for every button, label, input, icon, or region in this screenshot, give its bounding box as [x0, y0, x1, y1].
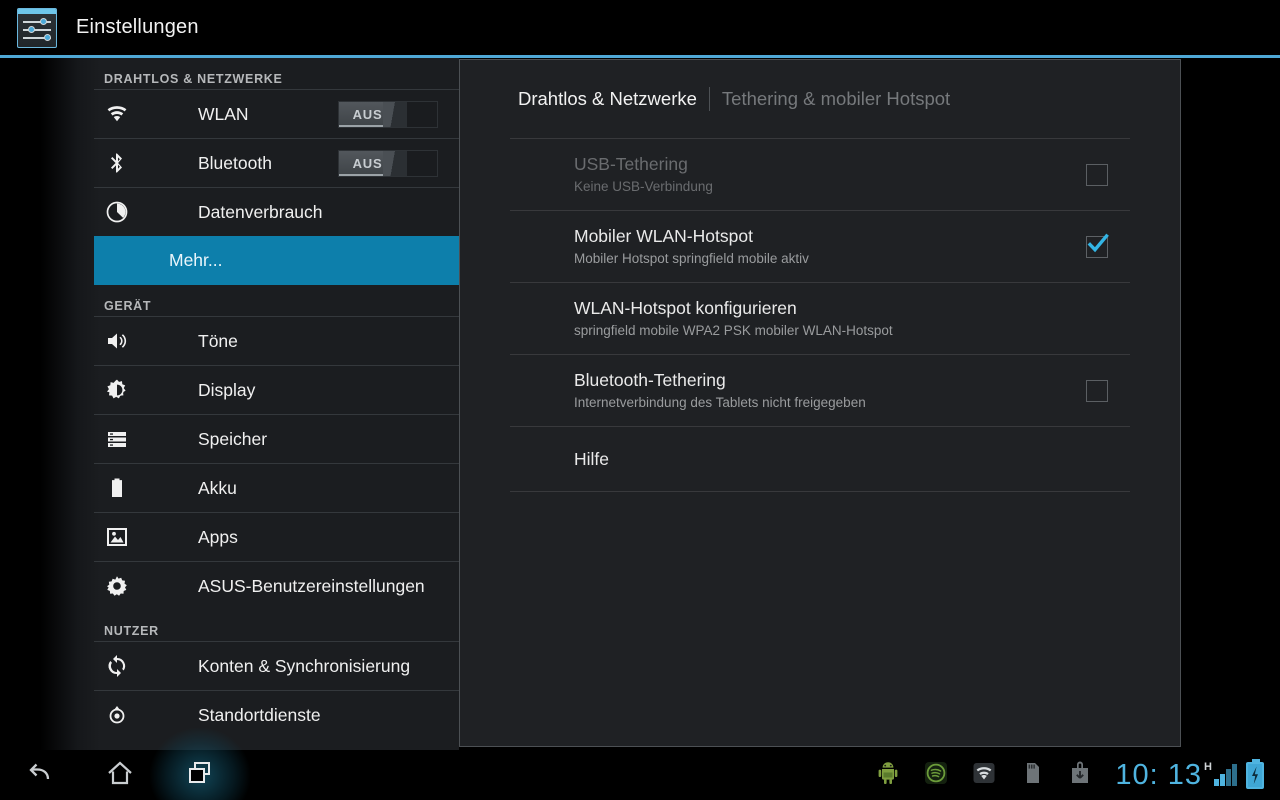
row-title: USB-Tethering — [574, 154, 688, 174]
bluetooth-tethering-checkbox[interactable] — [1086, 379, 1108, 402]
status-clock: 10: 13 — [1115, 758, 1202, 791]
storage-icon — [104, 426, 130, 452]
wlan-toggle[interactable]: AUS — [338, 100, 438, 128]
signal-strength-icon: H — [1204, 760, 1238, 790]
sidebar-item-datenverbrauch[interactable]: Datenverbrauch — [94, 187, 459, 236]
data-usage-icon — [104, 199, 130, 225]
location-icon — [104, 702, 130, 728]
sidebar-item-bluetooth[interactable]: Bluetooth AUS — [94, 138, 459, 187]
sidebar-item-label: Speicher — [198, 428, 268, 449]
sidebar-item-label: Mehr... — [169, 250, 223, 270]
breadcrumb-separator — [708, 87, 710, 111]
row-mobiler-wlan-hotspot[interactable]: Mobiler WLAN-Hotspot Mobiler Hotspot spr… — [510, 210, 1130, 282]
row-description: Keine USB-Verbindung — [574, 179, 713, 194]
android-mascot-icon — [875, 760, 905, 790]
recent-apps-icon — [183, 756, 217, 795]
sidebar-item-konten-synchronisierung[interactable]: Konten & Synchronisierung — [94, 641, 459, 690]
home-button[interactable] — [80, 750, 160, 800]
row-hilfe[interactable]: Hilfe — [510, 426, 1130, 492]
sidebar-item-label: Bluetooth — [198, 152, 272, 173]
gear-icon — [104, 573, 130, 599]
status-tray[interactable]: 10: 13 H — [875, 750, 1280, 800]
wlan-toggle-label: AUS — [352, 106, 383, 122]
network-type-label: H — [1204, 761, 1212, 773]
back-button[interactable] — [0, 750, 80, 800]
row-title: Mobiler WLAN-Hotspot — [574, 226, 753, 246]
sidebar-item-label: Display — [198, 379, 256, 400]
checkmark-icon — [1087, 233, 1109, 252]
brightness-icon — [104, 377, 130, 403]
battery-icon — [104, 475, 130, 501]
sidebar-item-asus-benutzereinstellungen[interactable]: ASUS-Benutzereinstellungen — [94, 561, 459, 610]
tethering-settings-list: USB-Tethering Keine USB-Verbindung Mobil… — [510, 138, 1130, 492]
sidebar-item-label: ASUS-Benutzereinstellungen — [198, 575, 425, 596]
settings-sidebar[interactable]: DRAHTLOS & NETZWERKE WLAN AUS Bluetooth — [0, 58, 459, 750]
bluetooth-toggle-label: AUS — [352, 155, 383, 171]
row-bluetooth-tethering[interactable]: Bluetooth-Tethering Internetverbindung d… — [510, 354, 1130, 426]
breadcrumb-current: Tethering & mobiler Hotspot — [721, 88, 951, 109]
sidebar-item-toene[interactable]: Töne — [94, 316, 459, 365]
row-description: springfield mobile WPA2 PSK mobiler WLAN… — [574, 323, 893, 338]
page-title: Einstellungen — [76, 16, 199, 38]
sidebar-section-header-device: GERÄT — [104, 299, 152, 313]
sidebar-item-display[interactable]: Display — [94, 365, 459, 414]
sidebar-item-label: Standortdienste — [198, 704, 321, 725]
usb-tethering-checkbox — [1086, 163, 1108, 186]
sidebar-item-standortdienste[interactable]: Standortdienste — [94, 690, 459, 739]
recent-apps-button[interactable] — [160, 750, 240, 800]
row-usb-tethering: USB-Tethering Keine USB-Verbindung — [510, 138, 1130, 210]
tablet-screen: Einstellungen DRAHTLOS & NETZWERKE WLAN … — [0, 0, 1280, 800]
sidebar-item-speicher[interactable]: Speicher — [94, 414, 459, 463]
sidebar-item-apps[interactable]: Apps — [94, 512, 459, 561]
wifi-icon — [104, 101, 130, 127]
system-navigation-bar: 10: 13 H — [0, 728, 1280, 800]
sidebar-item-label: Konten & Synchronisierung — [198, 655, 411, 676]
row-description: Internetverbindung des Tablets nicht fre… — [574, 395, 866, 410]
sidebar-item-label: Töne — [198, 330, 238, 351]
sync-icon — [104, 653, 130, 679]
sidebar-section-header-wireless: DRAHTLOS & NETZWERKE — [104, 72, 283, 86]
breadcrumb-parent[interactable]: Drahtlos & Netzwerke — [518, 88, 697, 110]
row-wlan-hotspot-konfigurieren[interactable]: WLAN-Hotspot konfigurieren springfield m… — [510, 282, 1130, 354]
back-icon — [22, 755, 58, 796]
sidebar-item-mehr[interactable]: Mehr... — [94, 236, 459, 285]
sidebar-item-label: WLAN — [198, 103, 249, 124]
spotify-icon — [923, 760, 953, 790]
battery-charging-icon — [1246, 758, 1264, 789]
settings-sliders-icon — [17, 7, 57, 48]
home-icon — [103, 756, 137, 795]
volume-icon — [104, 328, 130, 354]
bluetooth-icon — [104, 150, 130, 176]
sdcard-icon — [1019, 760, 1049, 790]
download-icon — [1067, 760, 1097, 790]
sidebar-section-header-user: NUTZER — [104, 624, 159, 638]
row-title: Bluetooth-Tethering — [574, 370, 726, 390]
body-area: DRAHTLOS & NETZWERKE WLAN AUS Bluetooth — [0, 58, 1280, 750]
content-panel: Drahtlos & Netzwerke Tethering & mobiler… — [459, 59, 1181, 747]
title-bar: Einstellungen — [0, 0, 1280, 55]
apps-image-icon — [104, 524, 130, 550]
row-title: WLAN-Hotspot konfigurieren — [574, 298, 797, 318]
sidebar-item-akku[interactable]: Akku — [94, 463, 459, 512]
row-title: Hilfe — [574, 449, 610, 469]
sidebar-item-label: Akku — [198, 477, 237, 498]
mobiler-wlan-hotspot-checkbox[interactable] — [1086, 233, 1109, 258]
breadcrumb: Drahtlos & Netzwerke Tethering & mobiler… — [460, 60, 1180, 138]
row-description: Mobiler Hotspot springfield mobile aktiv — [574, 251, 809, 266]
sidebar-item-label: Apps — [198, 526, 238, 547]
sidebar-item-wlan[interactable]: WLAN AUS — [94, 89, 459, 138]
wifi-icon — [971, 760, 1001, 790]
sidebar-item-label: Datenverbrauch — [198, 201, 323, 222]
bluetooth-toggle[interactable]: AUS — [338, 149, 438, 177]
